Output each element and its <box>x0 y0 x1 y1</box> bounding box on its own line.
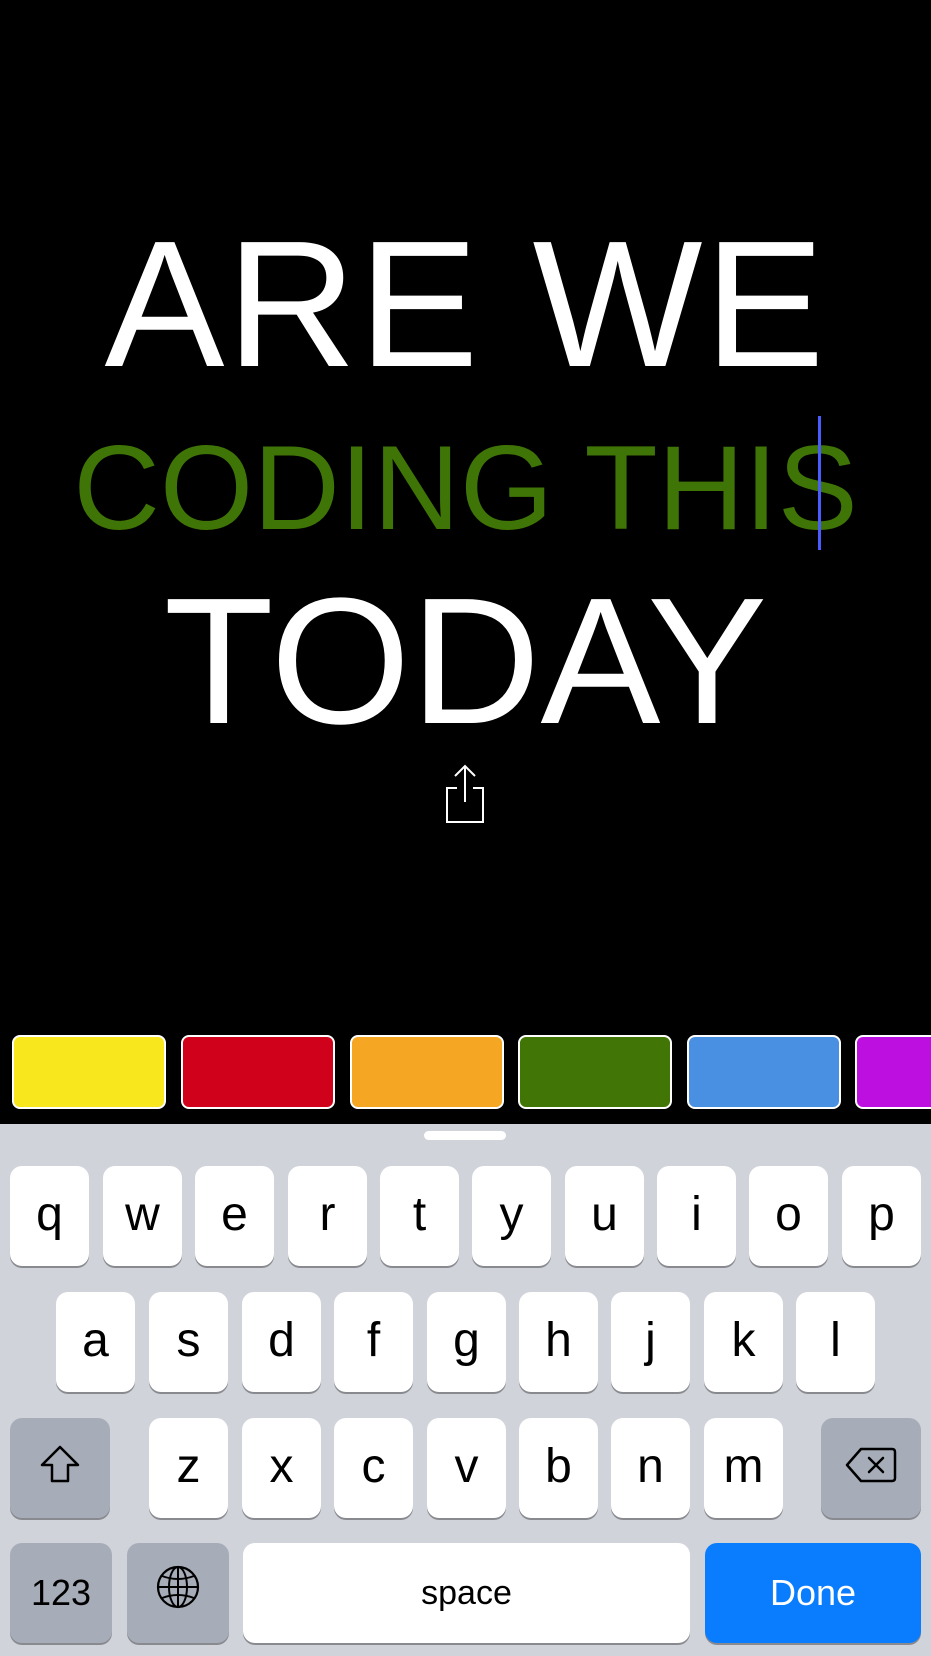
text-line-2[interactable]: CODING THIS <box>0 428 931 548</box>
key-b[interactable]: b <box>519 1418 598 1518</box>
key-r[interactable]: r <box>288 1166 367 1266</box>
text-line-3[interactable]: TODAY <box>0 572 931 752</box>
color-swatch-green[interactable] <box>518 1035 672 1109</box>
key-a[interactable]: a <box>56 1292 135 1392</box>
text-line-1[interactable]: ARE WE <box>0 215 931 395</box>
key-w[interactable]: w <box>103 1166 182 1266</box>
keyboard: q w e r t y u i o p a s d f g h j k l z … <box>0 1124 931 1656</box>
key-u[interactable]: u <box>565 1166 644 1266</box>
key-s[interactable]: s <box>149 1292 228 1392</box>
key-o[interactable]: o <box>749 1166 828 1266</box>
space-key[interactable]: space <box>243 1543 690 1643</box>
key-m[interactable]: m <box>704 1418 783 1518</box>
share-icon[interactable] <box>443 764 487 826</box>
color-swatch-yellow[interactable] <box>12 1035 166 1109</box>
key-y[interactable]: y <box>472 1166 551 1266</box>
keyboard-grabber[interactable] <box>424 1131 506 1140</box>
key-c[interactable]: c <box>334 1418 413 1518</box>
key-x[interactable]: x <box>242 1418 321 1518</box>
color-swatch-purple[interactable] <box>855 1035 931 1109</box>
color-swatch-blue[interactable] <box>687 1035 841 1109</box>
color-palette <box>0 1034 931 1114</box>
backspace-icon <box>845 1441 897 1496</box>
globe-icon <box>155 1564 201 1622</box>
key-q[interactable]: q <box>10 1166 89 1266</box>
text-canvas[interactable]: ARE WE CODING THIS TODAY <box>0 0 931 1124</box>
done-button[interactable]: Done <box>705 1543 921 1643</box>
key-v[interactable]: v <box>427 1418 506 1518</box>
globe-key[interactable] <box>127 1543 229 1643</box>
shift-key[interactable] <box>10 1418 110 1518</box>
key-g[interactable]: g <box>427 1292 506 1392</box>
shift-icon <box>38 1441 82 1496</box>
text-cursor <box>818 416 821 550</box>
numbers-key[interactable]: 123 <box>10 1543 112 1643</box>
key-f[interactable]: f <box>334 1292 413 1392</box>
key-d[interactable]: d <box>242 1292 321 1392</box>
key-p[interactable]: p <box>842 1166 921 1266</box>
color-swatch-orange[interactable] <box>350 1035 504 1109</box>
key-t[interactable]: t <box>380 1166 459 1266</box>
key-e[interactable]: e <box>195 1166 274 1266</box>
key-l[interactable]: l <box>796 1292 875 1392</box>
key-k[interactable]: k <box>704 1292 783 1392</box>
key-n[interactable]: n <box>611 1418 690 1518</box>
key-z[interactable]: z <box>149 1418 228 1518</box>
color-swatch-red[interactable] <box>181 1035 335 1109</box>
key-i[interactable]: i <box>657 1166 736 1266</box>
delete-key[interactable] <box>821 1418 921 1518</box>
key-h[interactable]: h <box>519 1292 598 1392</box>
key-j[interactable]: j <box>611 1292 690 1392</box>
